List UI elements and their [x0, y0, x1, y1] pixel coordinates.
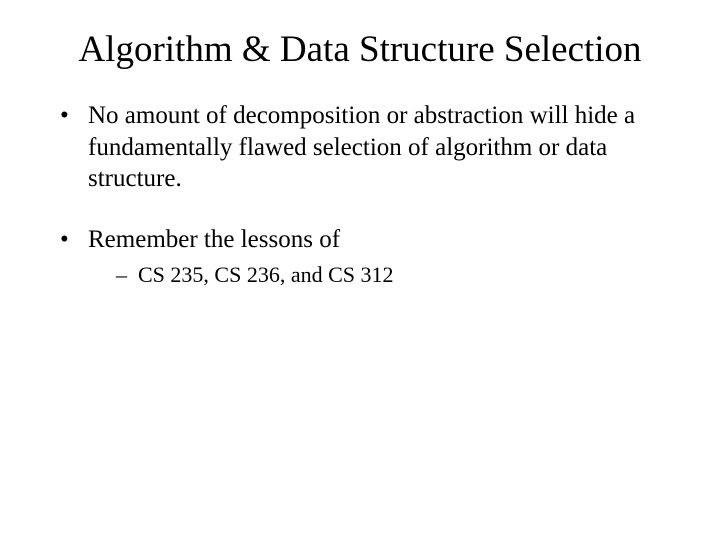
sub-list-item: CS 235, CS 236, and CS 312	[116, 261, 670, 289]
bullet-text: Remember the lessons of	[88, 226, 340, 253]
list-item: No amount of decomposition or abstractio…	[60, 100, 670, 194]
slide-title: Algorithm & Data Structure Selection	[50, 28, 670, 72]
slide: Algorithm & Data Structure Selection No …	[0, 0, 720, 540]
sub-bullet-list: CS 235, CS 236, and CS 312	[116, 261, 670, 289]
bullet-text: No amount of decomposition or abstractio…	[88, 102, 635, 192]
list-item: Remember the lessons of CS 235, CS 236, …	[60, 224, 670, 289]
sub-bullet-text: CS 235, CS 236, and CS 312	[138, 262, 394, 287]
bullet-list: No amount of decomposition or abstractio…	[60, 100, 670, 289]
